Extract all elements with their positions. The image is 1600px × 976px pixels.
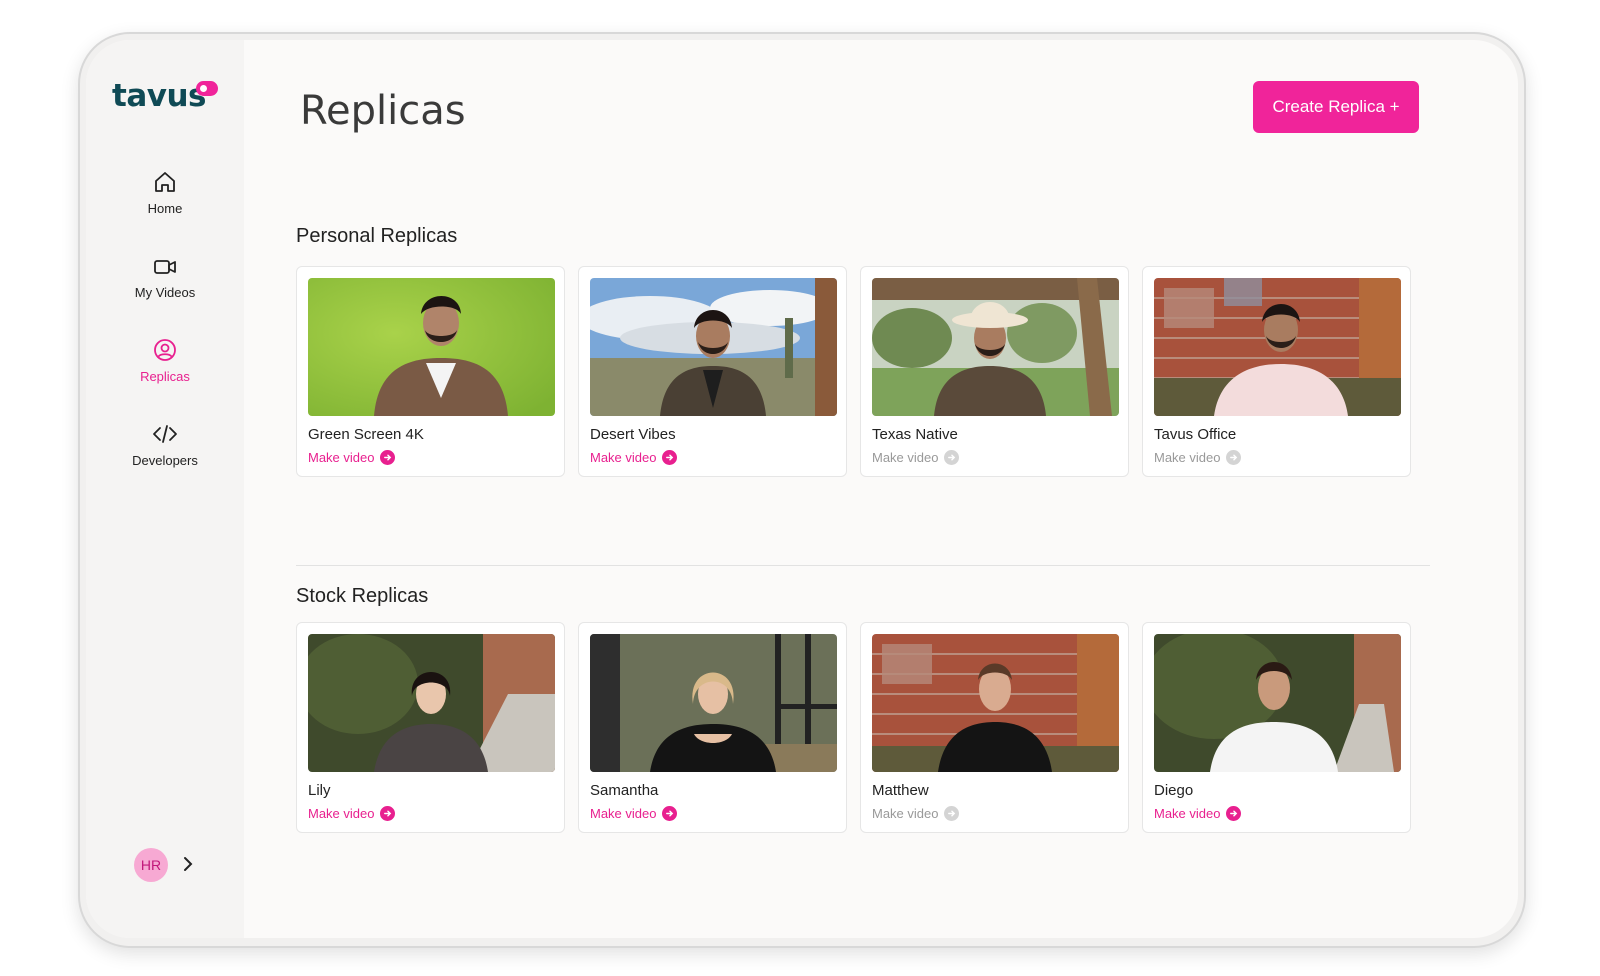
arrow-right-icon: [662, 450, 678, 465]
replica-card[interactable]: Lily Make video: [296, 622, 565, 833]
replica-card[interactable]: Matthew Make video: [860, 622, 1129, 833]
sidebar-item-label: Developers: [132, 453, 198, 468]
replica-name: Desert Vibes: [590, 426, 676, 443]
section-title-personal: Personal Replicas: [296, 225, 458, 247]
video-camera-icon: [154, 260, 176, 274]
home-icon: [155, 172, 175, 192]
sidebar: tavus Home My Videos Replicas Developers…: [86, 40, 244, 938]
make-video-link[interactable]: Make video: [590, 450, 678, 465]
replica-card[interactable]: Texas Native Make video: [860, 266, 1129, 477]
make-video-link[interactable]: Make video: [1154, 450, 1242, 465]
arrow-right-icon: [1226, 450, 1242, 465]
replica-name: Lily: [308, 782, 331, 799]
page-title: Replicas: [300, 88, 466, 134]
replica-card[interactable]: Diego Make video: [1142, 622, 1411, 833]
arrow-right-icon: [944, 450, 960, 465]
make-video-label: Make video: [590, 806, 657, 821]
replica-card[interactable]: Desert Vibes Make video: [578, 266, 847, 477]
section-title-stock: Stock Replicas: [296, 585, 429, 607]
arrow-right-icon: [380, 806, 396, 821]
arrow-right-icon: [380, 450, 396, 465]
make-video-link[interactable]: Make video: [308, 450, 396, 465]
code-icon: [153, 425, 177, 443]
app-screen: tavus Home My Videos Replicas Developers…: [86, 40, 1518, 938]
chevron-right-icon[interactable]: [182, 855, 194, 873]
arrow-right-icon: [944, 806, 960, 821]
make-video-label: Make video: [308, 806, 375, 821]
make-video-label: Make video: [1154, 806, 1221, 821]
logo-badge-icon: [196, 81, 218, 96]
make-video-link[interactable]: Make video: [1154, 806, 1242, 821]
replica-thumbnail: [1154, 634, 1401, 772]
replica-name: Samantha: [590, 782, 659, 799]
replica-name: Green Screen 4K: [308, 426, 424, 443]
replica-card[interactable]: Tavus Office Make video: [1142, 266, 1411, 477]
sidebar-item-developers[interactable]: Developers: [86, 422, 244, 470]
tavus-logo[interactable]: tavus: [112, 78, 206, 114]
make-video-link[interactable]: Make video: [872, 450, 960, 465]
create-replica-button[interactable]: Create Replica +: [1253, 81, 1419, 133]
arrow-right-icon: [1226, 806, 1242, 821]
section-divider: [296, 565, 1430, 566]
replica-thumbnail: [590, 278, 837, 416]
avatar[interactable]: HR: [134, 848, 168, 882]
replica-thumbnail: [872, 278, 1119, 416]
sidebar-item-home[interactable]: Home: [86, 170, 244, 218]
make-video-label: Make video: [590, 450, 657, 465]
replica-name: Diego: [1154, 782, 1194, 799]
make-video-label: Make video: [872, 450, 939, 465]
replica-thumbnail: [308, 278, 555, 416]
sidebar-item-label: Home: [147, 201, 183, 216]
sidebar-item-label: My Videos: [134, 285, 196, 300]
replica-name: Tavus Office: [1154, 426, 1237, 443]
sidebar-item-label: Replicas: [140, 369, 190, 384]
make-video-link[interactable]: Make video: [308, 806, 396, 821]
replica-thumbnail: [308, 634, 555, 772]
sidebar-item-my-videos[interactable]: My Videos: [86, 256, 244, 302]
sidebar-item-replicas[interactable]: Replicas: [86, 338, 244, 386]
arrow-right-icon: [662, 806, 678, 821]
replica-thumbnail: [1154, 278, 1401, 416]
replica-name: Matthew: [872, 782, 929, 799]
make-video-label: Make video: [1154, 450, 1221, 465]
replica-card[interactable]: Samantha Make video: [578, 622, 847, 833]
make-video-link[interactable]: Make video: [590, 806, 678, 821]
replica-name: Texas Native: [872, 426, 958, 443]
make-video-label: Make video: [872, 806, 939, 821]
replica-thumbnail: [872, 634, 1119, 772]
make-video-link[interactable]: Make video: [872, 806, 960, 821]
user-circle-icon: [154, 339, 176, 361]
replica-card[interactable]: Green Screen 4K Make video: [296, 266, 565, 477]
make-video-label: Make video: [308, 450, 375, 465]
replica-thumbnail: [590, 634, 837, 772]
